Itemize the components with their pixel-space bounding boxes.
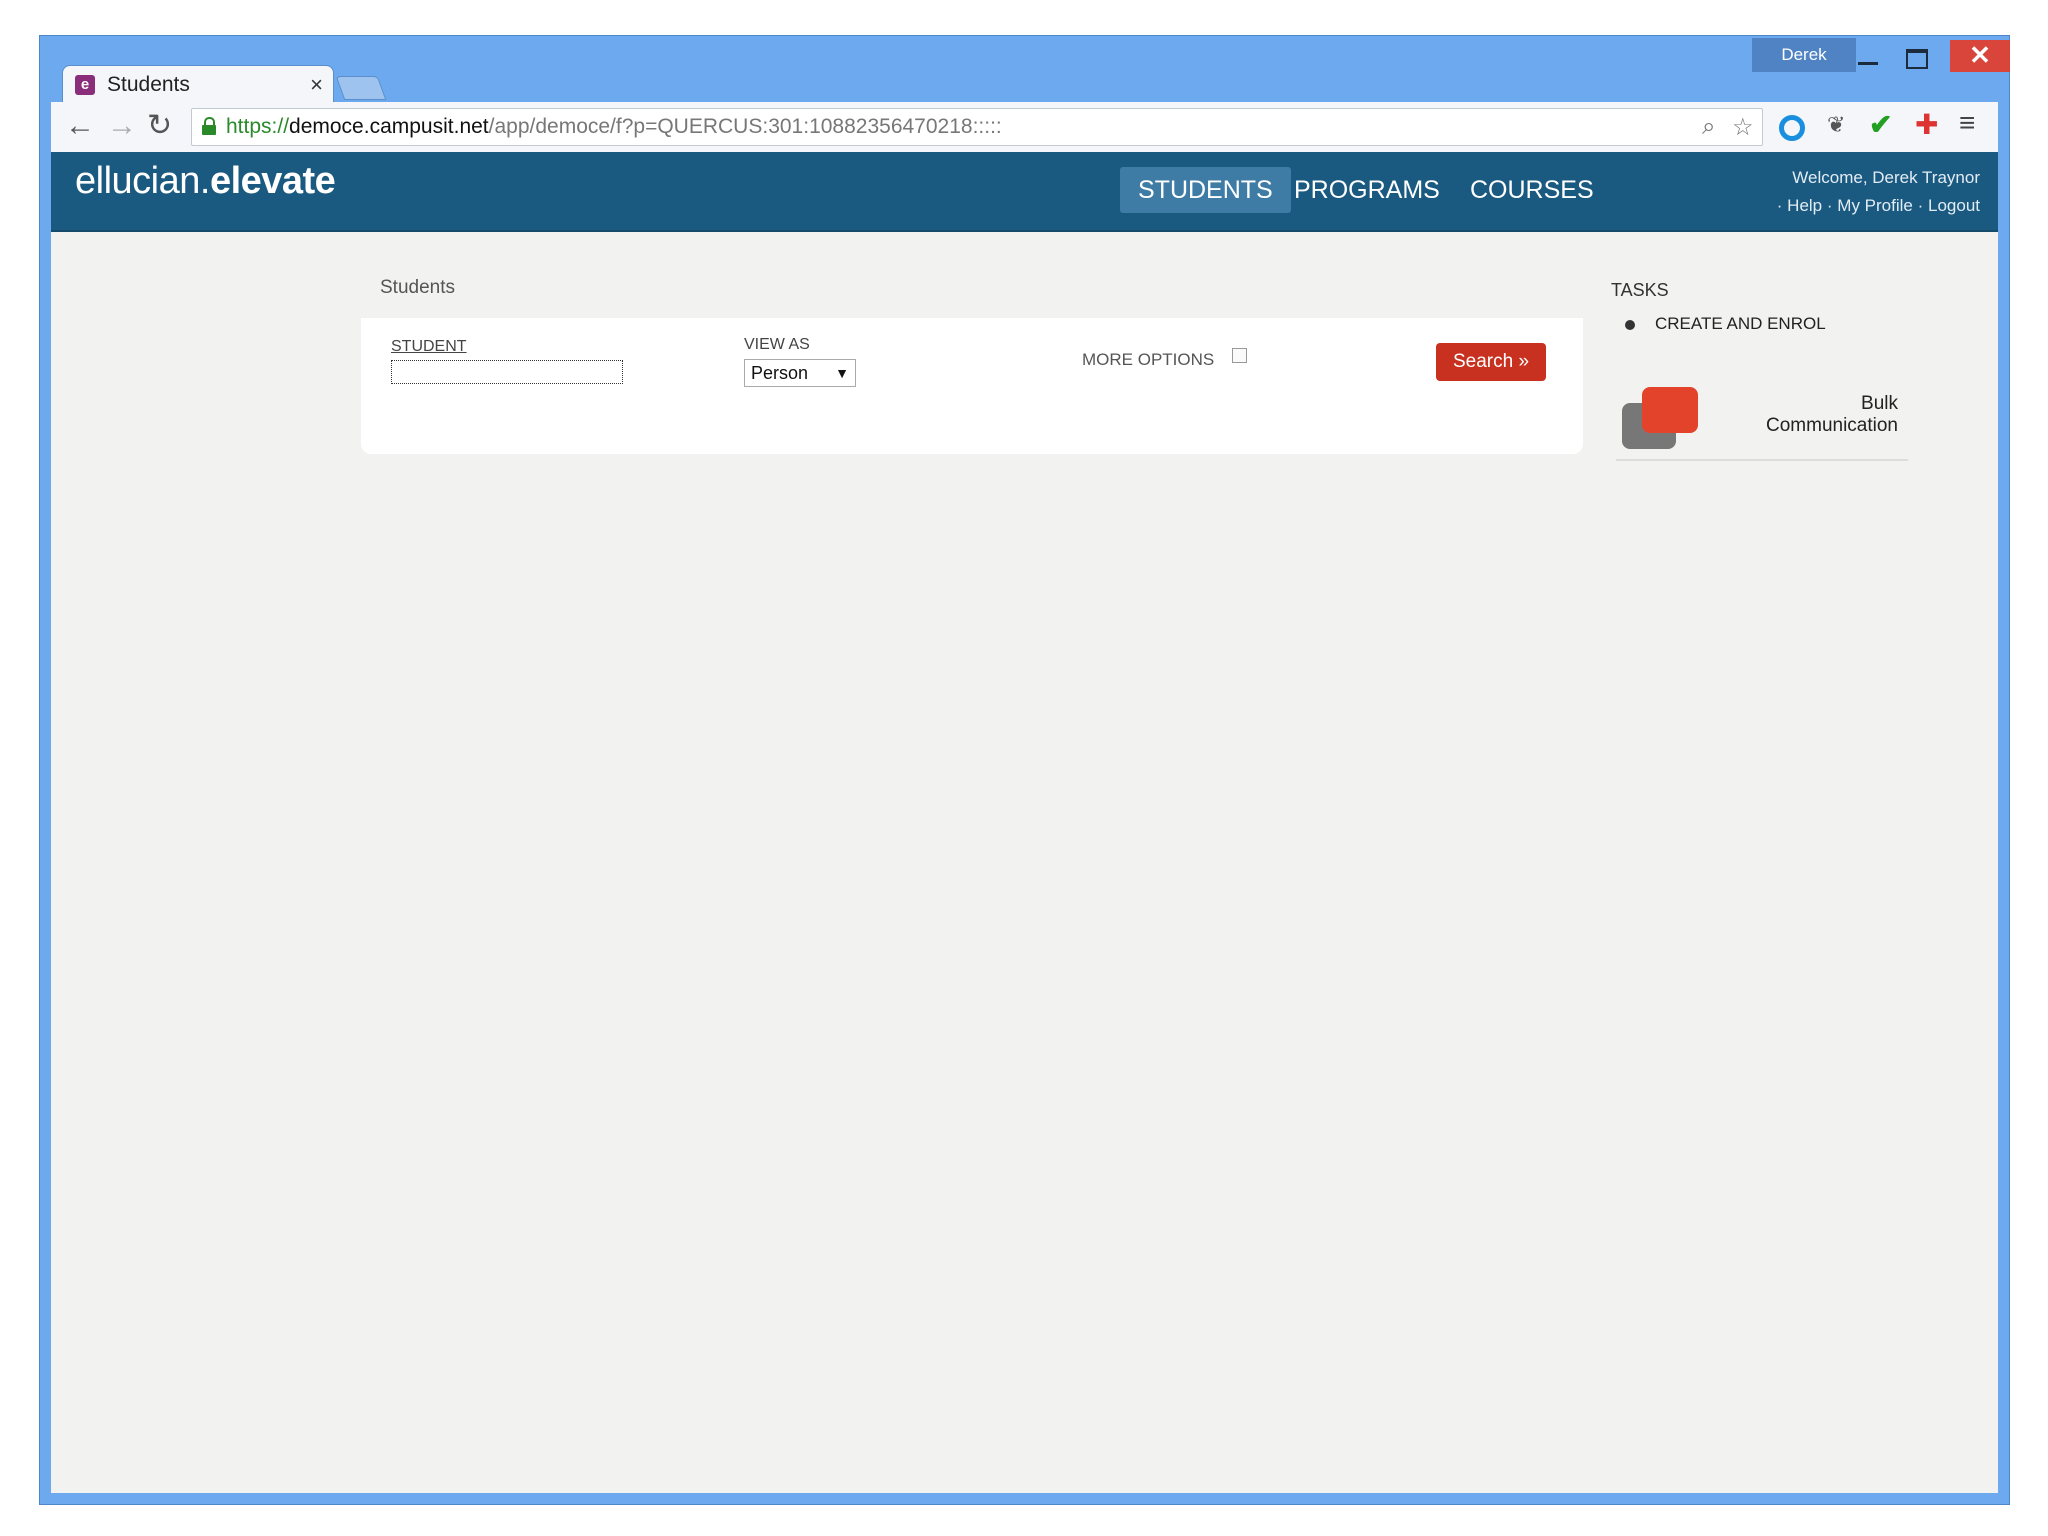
my-profile-link[interactable]: My Profile	[1837, 196, 1913, 215]
student-label[interactable]: STUDENT	[391, 338, 467, 356]
welcome-text: Welcome, Derek Traynor	[1792, 168, 1980, 187]
search-button[interactable]: Search »	[1436, 343, 1546, 381]
profile-badge[interactable]: Derek	[1752, 38, 1856, 72]
zoom-icon[interactable]: ⌕	[1702, 113, 1715, 141]
view-as-select[interactable]: Person ▼	[744, 359, 856, 387]
dropdown-arrow-icon: ▼	[835, 365, 849, 381]
bookmark-star-icon[interactable]: ☆	[1732, 113, 1754, 142]
bulk-communication-label: Bulk Communication	[1766, 393, 1898, 437]
student-search-input[interactable]	[391, 360, 623, 384]
chat-bubble-icon	[1642, 387, 1698, 433]
breadcrumb: Students	[380, 277, 455, 298]
nav-courses[interactable]: COURSES	[1452, 167, 1612, 213]
more-options-label: MORE OPTIONS	[1082, 350, 1215, 369]
url-host: democe.campusit.net	[289, 115, 489, 138]
hamburger-menu-icon[interactable]: ≡	[1959, 107, 1985, 138]
link-separator: ·	[1776, 196, 1783, 215]
maximize-button[interactable]	[1892, 40, 1940, 72]
favicon-icon: e	[75, 75, 95, 95]
ellucian-elevate-logo[interactable]: ellucian.elevate	[75, 160, 336, 203]
back-arrow-icon[interactable]: ←	[65, 111, 95, 141]
extension-circle-icon[interactable]	[1779, 115, 1805, 141]
tab-close-icon[interactable]: ×	[310, 72, 323, 98]
link-separator: ·	[1917, 196, 1924, 215]
view-as-value: Person	[751, 363, 809, 383]
tasks-heading: TASKS	[1611, 280, 1669, 300]
logo-bold: elevate	[209, 160, 336, 202]
url-text: https://democe.campusit.net/app/democe/f…	[226, 115, 1002, 139]
nav-students[interactable]: STUDENTS	[1120, 167, 1291, 213]
more-options-checkbox[interactable]	[1232, 348, 1247, 363]
student-search-panel: STUDENT VIEW AS Person ▼ MORE OPTIONS Se…	[361, 318, 1583, 454]
window-close-button[interactable]: ✕	[1950, 40, 2010, 72]
url-scheme: https://	[226, 115, 290, 138]
help-link[interactable]: Help	[1787, 196, 1822, 215]
lock-icon	[202, 117, 216, 135]
nav-programs[interactable]: PROGRAMS	[1276, 167, 1458, 213]
new-tab-button[interactable]	[335, 76, 387, 100]
bulk-line-2: Communication	[1766, 415, 1898, 436]
bullet-icon	[1625, 320, 1635, 330]
user-links: · Help · My Profile · Logout	[1777, 192, 1980, 220]
reload-icon[interactable]: ↻	[147, 111, 172, 141]
link-separator: ·	[1826, 196, 1833, 215]
browser-toolbar: ← → ↻ https://democe.campusit.net/app/de…	[51, 102, 1998, 153]
view-as-label: VIEW AS	[744, 336, 810, 353]
logo-dot: .	[199, 160, 211, 202]
browser-window: Derek ✕ e Students × ← → ↻ https://democ…	[39, 35, 2010, 1505]
url-path: /app/democe/f?p=QUERCUS:301:108823564702…	[488, 115, 1002, 138]
address-bar[interactable]: https://democe.campusit.net/app/democe/f…	[191, 108, 1763, 146]
logout-link[interactable]: Logout	[1928, 196, 1980, 215]
checkmark-icon[interactable]: ✔	[1869, 108, 1895, 140]
logo-light: ellucian	[75, 160, 200, 202]
forward-arrow-icon[interactable]: →	[107, 111, 137, 141]
task-create-and-enrol[interactable]: CREATE AND ENROL	[1655, 314, 1826, 334]
plus-extension-icon[interactable]: ✚	[1915, 108, 1941, 140]
minimize-button[interactable]	[1844, 40, 1892, 72]
page-viewport: ellucian.elevate STUDENTS PROGRAMS COURS…	[51, 152, 1998, 1493]
bulk-communication-link[interactable]: Bulk Communication	[1616, 377, 1908, 461]
bulk-line-1: Bulk	[1861, 393, 1898, 414]
app-header: ellucian.elevate STUDENTS PROGRAMS COURS…	[51, 152, 1998, 232]
user-welcome: Welcome, Derek Traynor · Help · My Profi…	[1777, 164, 1980, 220]
tab-title: Students	[107, 73, 190, 96]
evernote-icon[interactable]: ❦	[1827, 112, 1853, 138]
browser-tab-students[interactable]: e Students ×	[62, 65, 334, 104]
